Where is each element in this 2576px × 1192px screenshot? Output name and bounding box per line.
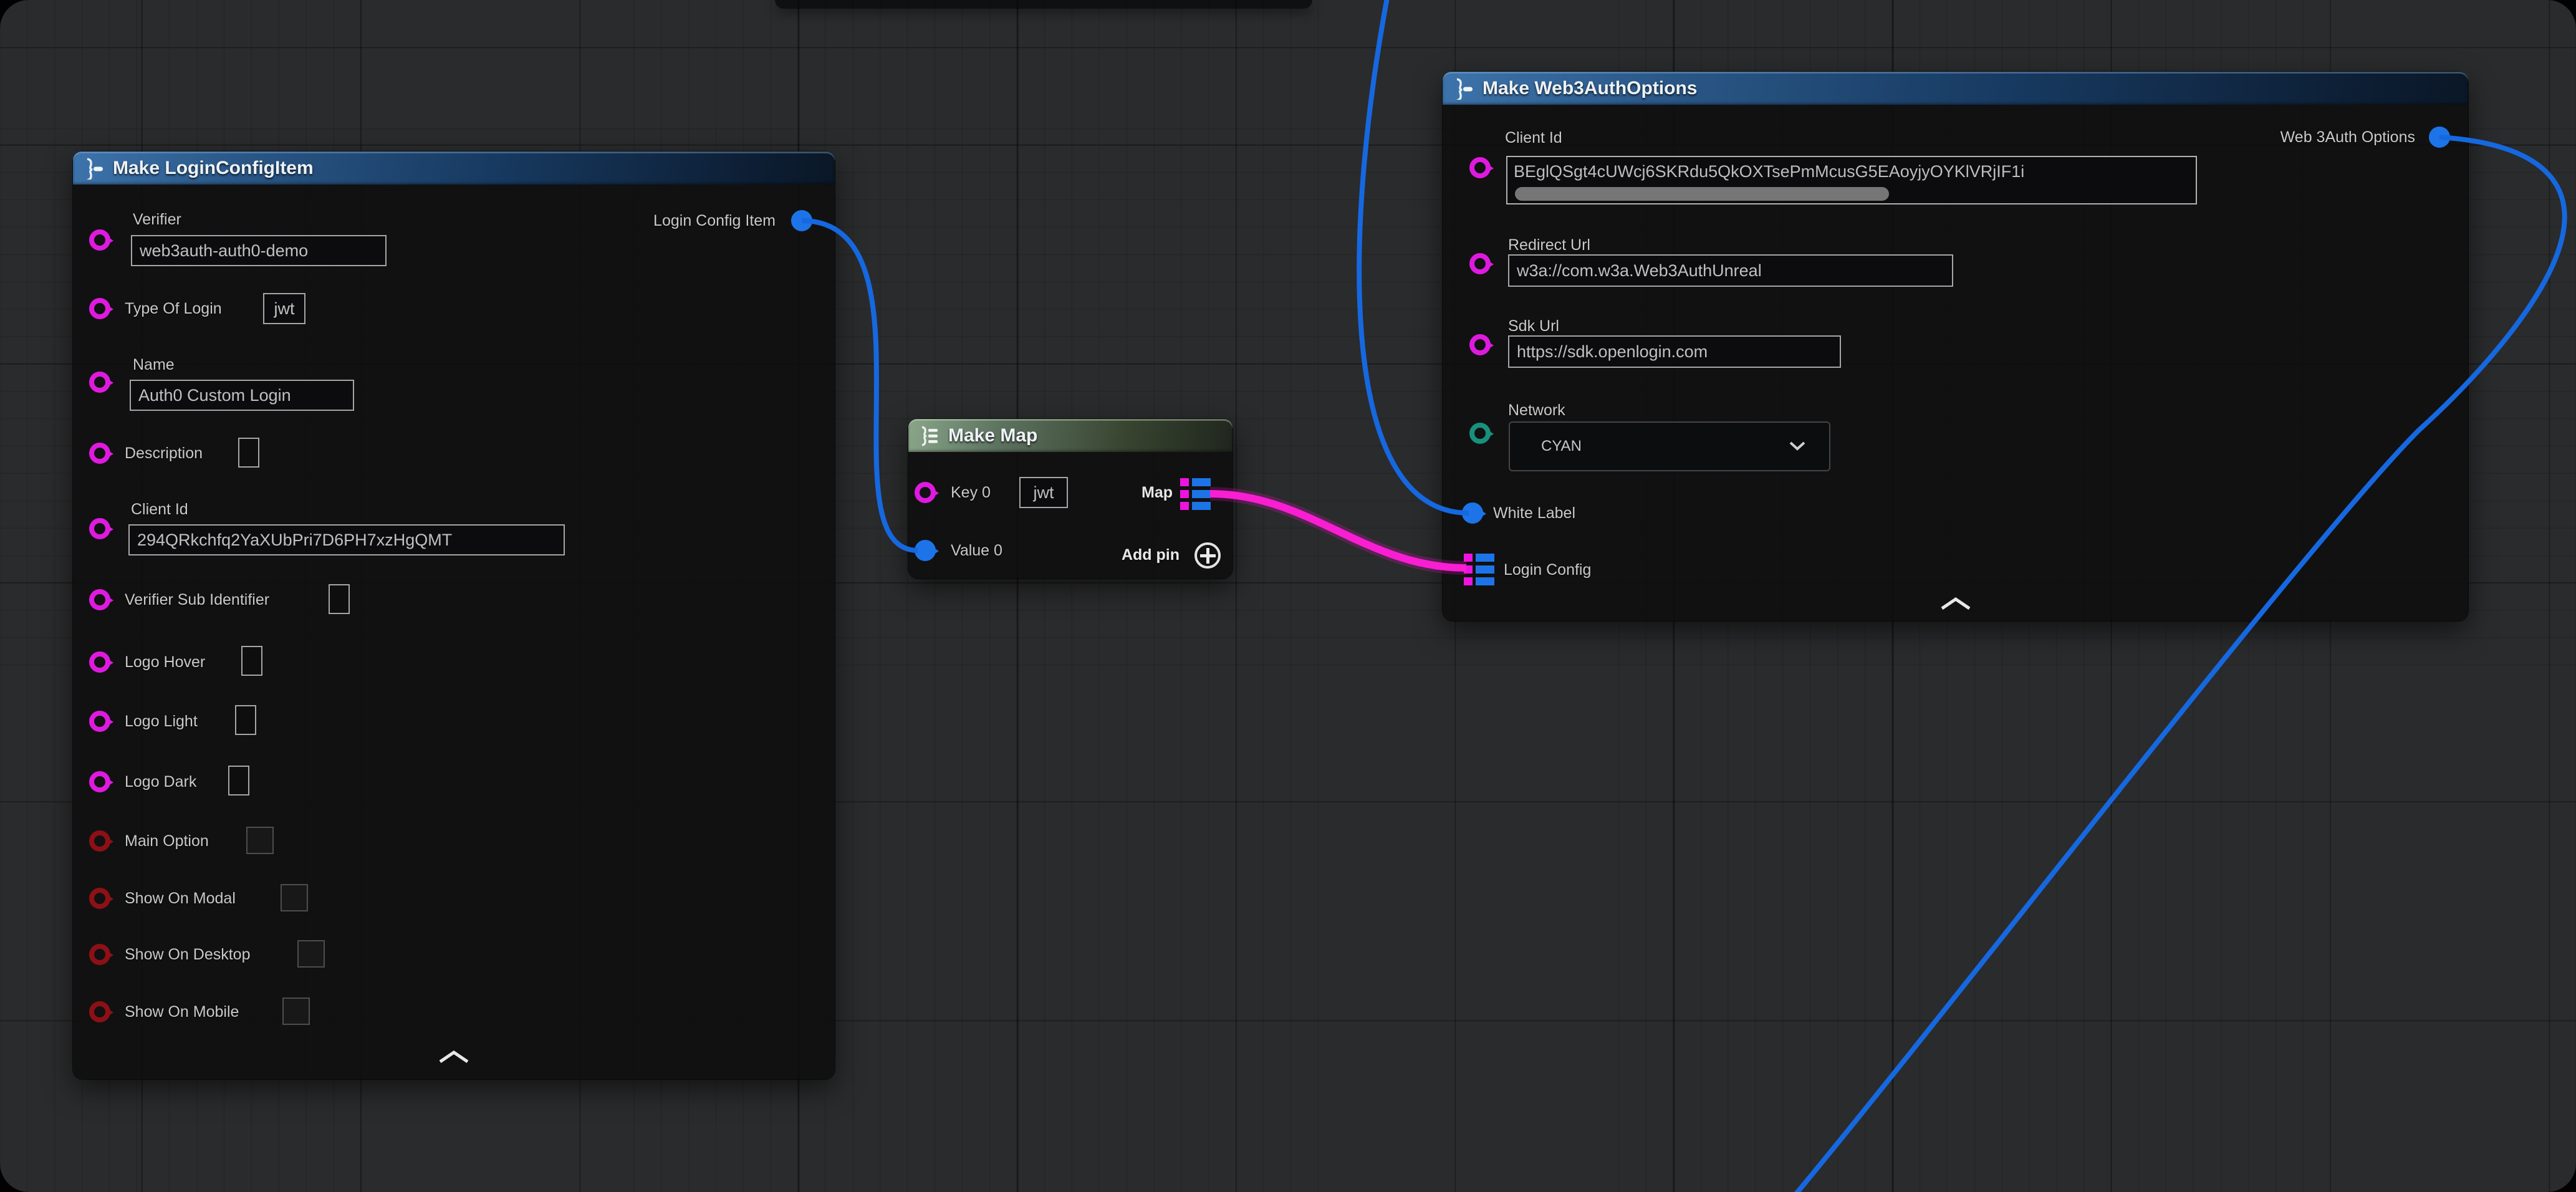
sdk-url-input[interactable]: https://sdk.openlogin.com	[1508, 335, 1841, 368]
row-label: Show On Mobile	[125, 1002, 239, 1021]
main-option-checkbox[interactable]	[246, 827, 274, 854]
input-pin-verifier[interactable]	[89, 229, 110, 251]
row-label: Logo Dark	[125, 772, 196, 791]
input-pin-key-0[interactable]	[915, 482, 936, 503]
input-pin-white-label[interactable]	[1462, 502, 1483, 524]
blueprint-graph-screenshot: Make LoginConfigItem Login Config Item V…	[0, 0, 2576, 1192]
input-pin-show-on-desktop[interactable]	[89, 944, 110, 965]
redirect-url-input[interactable]: w3a://com.w3a.Web3AuthUnreal	[1508, 254, 1953, 287]
logo-light-input[interactable]	[235, 705, 256, 735]
input-pin-client-id[interactable]	[89, 518, 110, 539]
row-label: Verifier	[133, 210, 181, 229]
input-pin-name[interactable]	[89, 372, 110, 393]
node-make-login-config-item[interactable]: Make LoginConfigItem Login Config Item V…	[73, 151, 835, 1079]
input-pin-network[interactable]	[1469, 423, 1491, 444]
row-label: Client Id	[131, 500, 188, 519]
input-pin-type-of-login[interactable]	[89, 298, 110, 319]
add-pin-button[interactable]	[1194, 542, 1221, 569]
key-0-input[interactable]: jwt	[1019, 477, 1068, 508]
offscreen-node-edge	[775, 0, 1312, 9]
input-pin-client-id[interactable]	[1469, 157, 1491, 178]
row-label: Type Of Login	[125, 299, 222, 318]
input-pin-redirect-url[interactable]	[1469, 253, 1491, 274]
client-id-input[interactable]: BEglQSgt4cUWcj6SKRdu5QkOXTsePmMcusG5EAoy…	[1506, 156, 2197, 204]
node-title: Make LoginConfigItem	[113, 151, 314, 185]
network-dropdown[interactable]: CYAN	[1509, 421, 1830, 471]
row-label: Sdk Url	[1508, 317, 1559, 335]
row-label: Value 0	[951, 541, 1002, 560]
input-pin-description[interactable]	[89, 443, 110, 464]
input-pin-show-on-modal[interactable]	[89, 888, 110, 909]
row-label: Redirect Url	[1508, 236, 1590, 254]
wire-map-to-login-config-glow	[1210, 494, 1466, 568]
type-of-login-input[interactable]: jwt	[263, 293, 305, 324]
input-pin-main-option[interactable]	[89, 830, 110, 852]
chevron-down-icon	[1788, 440, 1807, 451]
node-header-make-login-config-item[interactable]: Make LoginConfigItem	[73, 151, 835, 185]
node-header-make-map[interactable]: Make Map	[908, 419, 1233, 452]
verifier-input[interactable]: web3auth-auth0-demo	[131, 235, 387, 266]
input-pin-login-config[interactable]	[1464, 554, 1494, 585]
description-input[interactable]	[238, 438, 259, 468]
make-struct-icon	[83, 157, 105, 180]
make-map-icon	[918, 425, 941, 447]
row-label: Show On Modal	[125, 889, 236, 908]
input-pin-logo-dark[interactable]	[89, 771, 110, 792]
logo-dark-input[interactable]	[228, 766, 249, 795]
row-label: Show On Desktop	[125, 945, 251, 964]
node-make-map[interactable]: Make Map Key 0 jwt Map Value 0 Add pin	[908, 419, 1233, 579]
client-id-input[interactable]: 294QRkchfq2YaXUbPri7D6PH7xzHgQMT	[128, 524, 565, 555]
row-label: Logo Light	[125, 712, 198, 731]
row-label: Main Option	[125, 832, 209, 850]
blueprint-graph-canvas[interactable]: Make LoginConfigItem Login Config Item V…	[0, 0, 2576, 1192]
show-on-desktop-checkbox[interactable]	[297, 940, 325, 968]
add-pin-label: Add pin	[1122, 546, 1180, 564]
row-label: Verifier Sub Identifier	[125, 590, 269, 609]
logo-hover-input[interactable]	[241, 646, 262, 676]
input-pin-verifier-sub-identifier[interactable]	[89, 589, 110, 610]
input-pin-logo-light[interactable]	[89, 711, 110, 732]
row-label: Logo Hover	[125, 653, 205, 671]
output-pin-login-config-item[interactable]	[791, 210, 812, 231]
verifier-sub-identifier-input[interactable]	[329, 584, 350, 614]
output-pin-web3auth-options[interactable]	[2429, 127, 2450, 148]
output-pin-label: Login Config Item	[653, 211, 776, 230]
make-struct-icon	[1453, 77, 1475, 100]
row-label: Login Config	[1504, 560, 1591, 579]
row-label: Network	[1508, 401, 1565, 420]
client-id-scrollbar[interactable]	[1515, 187, 1889, 201]
node-make-web3auth-options[interactable]: Make Web3AuthOptions Web 3Auth Options C…	[1443, 72, 2468, 621]
collapse-node-chevron-icon[interactable]	[436, 1048, 471, 1065]
row-label: White Label	[1493, 504, 1575, 522]
wire-map-to-login-config	[1210, 494, 1466, 568]
name-input[interactable]: Auth0 Custom Login	[130, 380, 354, 411]
show-on-mobile-checkbox[interactable]	[282, 997, 310, 1025]
input-pin-logo-hover[interactable]	[89, 651, 110, 673]
input-pin-show-on-mobile[interactable]	[89, 1001, 110, 1022]
show-on-modal-checkbox[interactable]	[281, 884, 308, 911]
row-label: Description	[125, 444, 203, 463]
output-pin-label: Map	[1141, 483, 1173, 502]
input-pin-value-0[interactable]	[915, 540, 936, 561]
row-label: Name	[133, 355, 175, 374]
node-title: Make Web3AuthOptions	[1483, 72, 1697, 105]
collapse-node-chevron-icon[interactable]	[1938, 595, 1973, 612]
node-header-make-web3auth-options[interactable]: Make Web3AuthOptions	[1443, 72, 2468, 105]
input-pin-sdk-url[interactable]	[1469, 334, 1491, 355]
output-pin-label: Web 3Auth Options	[2280, 128, 2415, 147]
row-label: Key 0	[951, 483, 991, 502]
output-pin-map[interactable]	[1180, 478, 1211, 510]
row-label: Client Id	[1505, 128, 1562, 147]
node-title: Make Map	[948, 419, 1037, 452]
